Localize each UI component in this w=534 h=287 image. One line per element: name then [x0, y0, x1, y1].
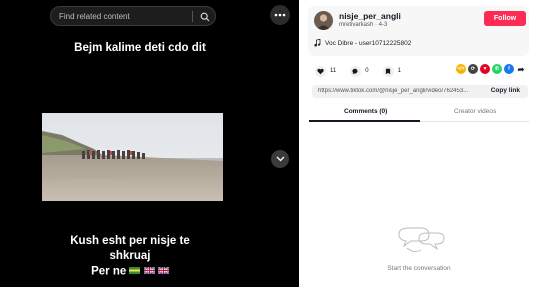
caption-line-2: shkruaj — [109, 250, 151, 262]
pinterest-icon[interactable]: ▼ — [480, 64, 490, 74]
tabs-bar: Comments (0) Creator videos — [309, 106, 529, 122]
like-count: 11 — [330, 68, 337, 74]
search-divider — [192, 11, 193, 22]
music-note-icon — [314, 39, 321, 47]
next-video-button[interactable] — [271, 150, 289, 168]
chevron-down-icon — [276, 156, 284, 162]
more-options-button[interactable] — [270, 5, 290, 25]
comment-icon — [350, 65, 362, 77]
video-pane: Bejm kalime deti cdo dit — [0, 0, 299, 287]
empty-chat-illustration — [398, 227, 445, 253]
active-tab-indicator — [309, 120, 420, 122]
save-action[interactable]: 1 — [382, 65, 401, 77]
actions-row: 11 0 1 </> ⟳ ▼ ✆ f ➦ — [315, 64, 529, 78]
search-bar[interactable] — [50, 6, 216, 26]
tab-comments[interactable]: Comments (0) — [344, 108, 387, 115]
flag-emojis — [129, 264, 170, 279]
more-dots-icon — [274, 13, 286, 17]
music-title: Voc Dibre - user10712225802 — [325, 39, 412, 47]
author-subline: mretivarkash · 4-3 — [339, 22, 388, 28]
link-bar[interactable]: https://www.tiktok.com/@nisje_per_angli/… — [312, 85, 528, 98]
facebook-icon[interactable]: f — [504, 64, 514, 74]
caption-line-3-text: Per ne — [91, 265, 127, 278]
info-pane: nisje_per_angli mretivarkash · 4-3 Follo… — [299, 0, 534, 287]
video-caption-bottom: Kush esht per nisje te shkruaj Per ne — [50, 234, 210, 280]
embed-icon[interactable]: </> — [456, 64, 466, 74]
avatar-image — [314, 11, 333, 30]
video-link-url[interactable]: https://www.tiktok.com/@nisje_per_angli/… — [318, 88, 478, 94]
app-root: Bejm kalime deti cdo dit — [0, 0, 534, 287]
comment-action[interactable]: 0 — [350, 65, 369, 77]
flag-uk-icon — [157, 266, 170, 275]
avatar[interactable] — [314, 11, 333, 30]
heart-icon — [315, 65, 326, 77]
bookmark-icon — [382, 65, 394, 77]
share-icons: </> ⟳ ▼ ✆ f ➦ — [456, 64, 526, 74]
search-icon — [200, 12, 210, 22]
video-thumbnail[interactable] — [42, 113, 223, 201]
empty-comments-text: Start the conversation — [387, 265, 451, 272]
follow-button[interactable]: Follow — [484, 11, 526, 26]
share-arrow-icon[interactable]: ➦ — [516, 64, 526, 74]
beach-scene-image — [42, 113, 223, 201]
author-username[interactable]: nisje_per_angli — [339, 11, 401, 21]
video-caption-top: Bejm kalime deti cdo dit — [74, 42, 206, 54]
flag-albania-icon — [129, 267, 141, 274]
author-card: nisje_per_angli mretivarkash · 4-3 Follo… — [308, 6, 529, 56]
caption-line-1: Kush esht per nisje te — [70, 235, 190, 247]
repost-icon[interactable]: ⟳ — [468, 64, 478, 74]
search-input[interactable] — [59, 7, 185, 25]
whatsapp-icon[interactable]: ✆ — [492, 64, 502, 74]
flag-uk-icon — [143, 266, 156, 275]
like-action[interactable]: 11 — [315, 65, 337, 77]
caption-line-3: Per ne — [50, 264, 210, 280]
music-row[interactable]: Voc Dibre - user10712225802 — [314, 39, 411, 47]
tab-creator-videos[interactable]: Creator videos — [454, 108, 496, 115]
comment-count: 0 — [365, 68, 369, 74]
search-button[interactable] — [197, 9, 213, 25]
save-count: 1 — [397, 68, 401, 74]
copy-link-button[interactable]: Copy link — [491, 87, 520, 94]
